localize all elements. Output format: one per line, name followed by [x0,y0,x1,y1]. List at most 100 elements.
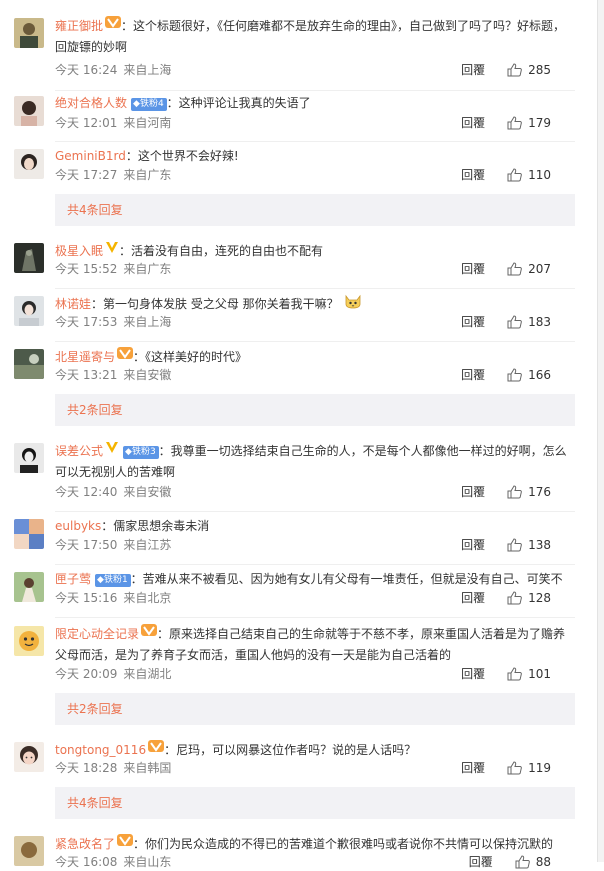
vip-badge-icon [117,346,134,360]
reply-button[interactable]: 回覆 [461,366,485,384]
fan-badge: ◆铁粉3 [123,446,159,459]
reply-button[interactable]: 回覆 [461,166,485,184]
comment-username[interactable]: 雍正御批 [55,19,103,33]
comment-meta: 今天 13:21 来自安徽 回覆 166 [55,366,575,384]
like-button[interactable]: 183 [507,313,551,331]
like-button[interactable]: 128 [507,589,551,607]
like-count: 88 [535,855,551,869]
user-avatar[interactable] [14,349,44,379]
more-replies-box: 共2条回复 [55,394,575,426]
more-replies-box: 共4条回复 [55,194,575,226]
scrollbar[interactable] [597,0,604,862]
comment-source: 来自江苏 [123,538,172,552]
comment-feed: 雍正御批 ：这个标题很好，《任何磨难都不是放弃生命的理由》，自己做到了吗了吗？好标… [0,0,598,869]
comment-username[interactable]: eulbyks [55,519,101,533]
fan-badge-label: 铁粉1 [103,575,128,585]
comment-meta: 今天 17:53 来自上海 回覆 183 [55,313,575,331]
comment-text: ：活着没有自由，连死的自由也不配有 [119,244,324,258]
like-button[interactable]: 166 [507,366,551,384]
comment-source: 来自广东 [123,262,172,276]
comment-meta: 今天 12:40 来自安徽 回覆 176 [55,483,575,501]
comment-source: 来自安徽 [123,485,172,499]
user-avatar[interactable] [14,149,44,179]
comment-source: 来自上海 [123,63,172,77]
like-button[interactable]: 101 [507,665,551,683]
reply-button[interactable]: 回覆 [461,483,485,501]
comment-time: 今天 12:01 [55,116,118,130]
comment-source: 来自北京 [123,591,172,605]
comment-username[interactable]: 误差公式 [55,444,103,458]
vip-badge-icon [148,739,165,753]
comment-meta: 今天 17:50 来自江苏 回覆 138 [55,536,575,554]
comment-username[interactable]: 匣子莺 [55,572,91,586]
more-replies-link[interactable]: 共2条回复 [67,702,123,716]
like-button[interactable]: 176 [507,483,551,501]
reply-button[interactable]: 回覆 [461,665,485,683]
comment-username[interactable]: 限定心动全记录 [55,627,139,641]
user-avatar[interactable] [14,443,44,473]
more-replies-link[interactable]: 共4条回复 [67,203,123,217]
like-button[interactable]: 285 [507,61,551,79]
thumbs-up-icon [507,538,522,552]
reply-button[interactable]: 回覆 [461,260,485,278]
comment-username[interactable]: 林诺娃 [55,297,91,311]
more-replies-link[interactable]: 共2条回复 [67,403,123,417]
like-button[interactable]: 88 [515,853,551,871]
like-button[interactable]: 207 [507,260,551,278]
fan-badge-label: 铁粉3 [131,447,156,457]
comment-text-cont: 回旋镖的妙啊 [55,40,128,54]
user-avatar[interactable] [14,96,44,126]
comment-username[interactable]: tongtong_0116 [55,743,146,757]
user-avatar[interactable] [14,742,44,772]
comment-username[interactable]: 绝对合格人数 [55,96,127,110]
comment-time: 今天 16:08 [55,855,118,869]
user-avatar[interactable] [14,18,44,48]
reply-button[interactable]: 回覆 [469,853,493,871]
comment-meta: 今天 12:01 来自河南 回覆 179 [55,114,575,132]
comment-username[interactable]: 极星入眠 [55,244,103,258]
comment-text: ：《这样美好的时代》 [133,350,248,364]
reply-button[interactable]: 回覆 [461,536,485,554]
like-button[interactable]: 179 [507,114,551,132]
like-count: 138 [528,538,551,552]
comment-time: 今天 18:28 [55,761,118,775]
comment-meta: 今天 15:16 来自北京 回覆 128 [55,589,575,607]
user-avatar[interactable] [14,519,44,549]
thumbs-up-icon [507,63,522,77]
reply-button[interactable]: 回覆 [461,759,485,777]
user-avatar[interactable] [14,243,44,273]
comment-time: 今天 16:24 [55,63,118,77]
more-replies-link[interactable]: 共4条回复 [67,796,123,810]
user-avatar[interactable] [14,626,44,656]
comment-time: 今天 17:50 [55,538,118,552]
reply-button[interactable]: 回覆 [461,589,485,607]
comment-username[interactable]: GeminiB1rd [55,149,126,163]
comment-text: ：这种评论让我真的失语了 [166,96,311,110]
comment-meta: 今天 20:09 来自湖北 回覆 101 [55,665,575,683]
comment-source: 来自河南 [123,116,172,130]
comment-username[interactable]: 紧急改名了 [55,837,115,851]
comment-meta: 今天 17:27 来自广东 回覆 110 [55,166,575,184]
like-count: 207 [528,262,551,276]
vip-badge-icon [105,15,122,29]
user-avatar[interactable] [14,572,44,602]
thumbs-up-icon [507,315,522,329]
divider [55,564,575,565]
comment-time: 今天 17:53 [55,315,118,329]
reply-button[interactable]: 回覆 [461,61,485,79]
comment-source: 来自湖北 [123,667,172,681]
more-replies-box: 共4条回复 [55,787,575,819]
fan-badge: ◆铁粉1 [95,574,131,587]
comment-source: 来自韩国 [123,761,172,775]
like-button[interactable]: 138 [507,536,551,554]
comment-username[interactable]: 北星遥寄与 [55,350,115,364]
reply-button[interactable]: 回覆 [461,313,485,331]
like-button[interactable]: 119 [507,759,551,777]
user-avatar[interactable] [14,296,44,326]
like-button[interactable]: 110 [507,166,551,184]
thumbs-up-icon [515,855,530,869]
reply-button[interactable]: 回覆 [461,114,485,132]
comment-time: 今天 15:52 [55,262,118,276]
divider [55,141,575,142]
verified-v-icon [105,440,119,454]
